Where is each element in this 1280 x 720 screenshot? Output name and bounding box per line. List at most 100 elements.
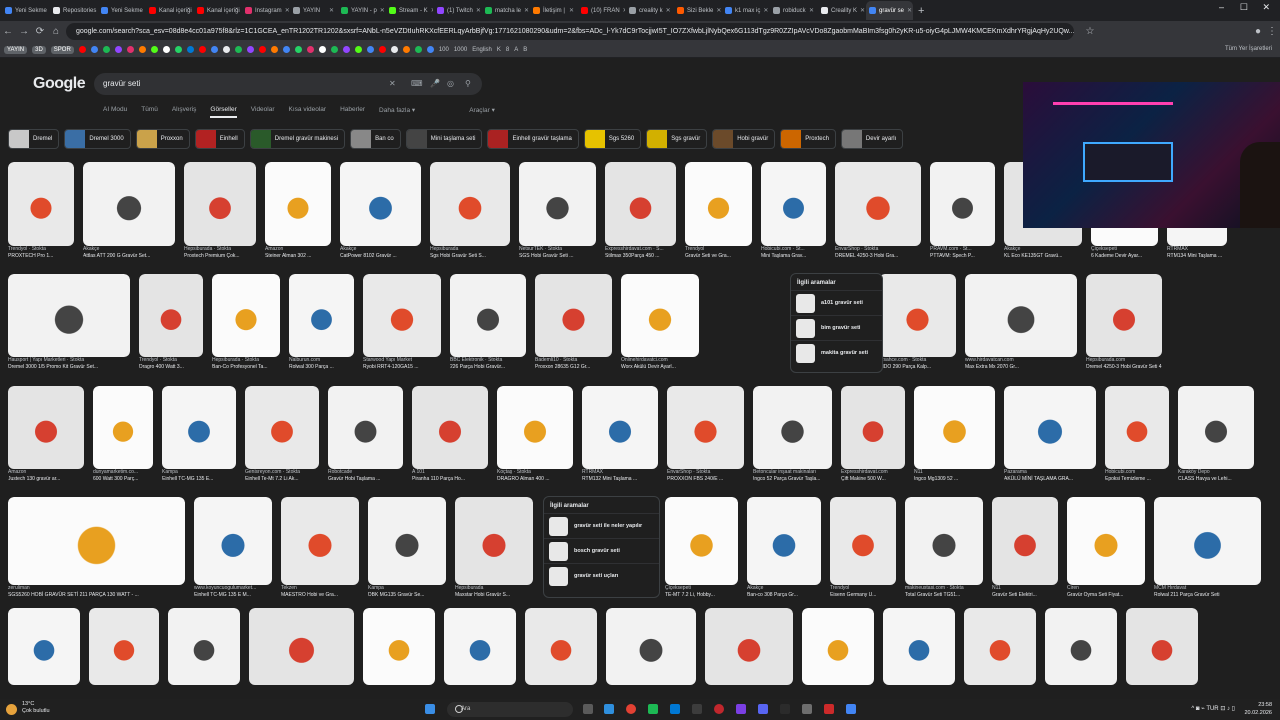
image-result[interactable]: Hobicubi.com · St... Mini Taşlama Grav... (761, 162, 826, 260)
tab-close-icon[interactable]: ✕ (860, 7, 865, 14)
search-tab[interactable]: Daha fazla ▾ (379, 106, 415, 118)
bookmark-folder[interactable]: 3D (32, 45, 46, 54)
bookmark-favicon-icon[interactable] (90, 46, 98, 53)
image-thumbnail[interactable] (519, 162, 596, 246)
image-result[interactable]: EnvarShop · Stokta PROXXON FBS 240/E ... (667, 386, 744, 483)
image-thumbnail[interactable] (368, 497, 446, 585)
bookmark-favicon-icon[interactable] (354, 46, 362, 53)
image-result[interactable] (964, 608, 1036, 699)
search-input[interactable]: gravür seti (94, 73, 482, 95)
image-result[interactable]: www.koyuncuogulumarket... Einhell TC-MG 1… (194, 497, 272, 599)
image-result[interactable]: Hobicubi.com Epoksi Temizleme ... (1105, 386, 1169, 483)
taskbar-search[interactable]: Ara (447, 702, 573, 717)
image-thumbnail[interactable] (162, 386, 236, 469)
bookmark-favicon-icon[interactable] (306, 46, 314, 53)
image-thumbnail[interactable] (340, 162, 421, 246)
image-result[interactable]: Akakçe Attlas ATT 200 G Gravür Set... (83, 162, 175, 260)
image-result[interactable]: Akakçe Ban-co 308 Parça Gr... (747, 497, 821, 599)
image-result[interactable]: Hepsiburada.com Dremel 4250-3 Hobi Gravür… (1086, 274, 1162, 371)
browser-tab[interactable]: matcha le ✕ (482, 1, 529, 20)
related-search-item[interactable]: a101 gravür seti (791, 290, 882, 315)
browser-tab[interactable]: YAYIN ✕ (290, 1, 337, 20)
image-result[interactable]: Koçtaş · Stokta DRAGRO Alman 400 ... (497, 386, 573, 483)
bookmark-folder[interactable]: YAYIN (4, 45, 28, 54)
bookmark-favicon-icon[interactable] (186, 46, 194, 53)
google-logo[interactable]: Google (33, 75, 86, 93)
lens-icon[interactable]: ◎ (447, 79, 454, 88)
bookmark-favicon-icon[interactable] (78, 46, 86, 53)
image-thumbnail[interactable] (89, 608, 159, 685)
bookmark-star-icon[interactable]: ☆ (1082, 26, 1098, 37)
weather-widget[interactable]: 13°C Çok bulutlu (22, 701, 50, 715)
refine-chip[interactable]: Dremel (8, 129, 60, 149)
image-result[interactable]: www.hirdavatcan.com Max Extra Mx 2070 Gr.… (965, 274, 1077, 371)
chrome-icon[interactable] (626, 704, 636, 714)
image-result[interactable] (705, 608, 793, 699)
image-result[interactable]: Robotcade Gravür Hobi Taşlama ... (328, 386, 403, 483)
image-result[interactable]: ersahce.com · Stokta VIDO 290 Parça Kalp.… (879, 274, 956, 371)
image-result[interactable]: Trendyol Eisenn Germany U... (830, 497, 896, 599)
image-result[interactable]: Genisreyon.com · Stokta Einhell Te-Mt 7.2… (245, 386, 319, 483)
tab-close-icon[interactable]: ✕ (907, 7, 912, 14)
app-icon-dark[interactable] (692, 704, 702, 714)
image-thumbnail[interactable] (8, 274, 130, 357)
app-icon-blue-2[interactable] (846, 704, 856, 714)
image-result[interactable]: Akakçe CatPower 8102 Gravür ... (340, 162, 421, 260)
browser-tab[interactable]: creality k ✕ (626, 1, 673, 20)
app-icon-blue[interactable] (670, 704, 680, 714)
start-button-icon[interactable] (425, 704, 435, 714)
image-thumbnail[interactable] (139, 274, 203, 357)
image-thumbnail[interactable] (802, 608, 874, 685)
image-thumbnail[interactable] (665, 497, 738, 585)
refine-chip[interactable]: Proxtech (780, 129, 836, 149)
image-thumbnail[interactable] (289, 274, 354, 357)
image-result[interactable] (883, 608, 955, 699)
image-thumbnail[interactable] (212, 274, 280, 357)
tab-close-icon[interactable]: ✕ (623, 7, 625, 14)
related-search-item[interactable]: makita gravür seti (791, 340, 882, 365)
refine-chip[interactable]: Sgs gravür (646, 129, 708, 149)
bookmark-favicon-icon[interactable] (426, 46, 434, 53)
new-tab-button[interactable]: + (918, 5, 924, 17)
discord-icon[interactable] (758, 704, 768, 714)
close-window-icon[interactable]: ✕ (1262, 2, 1270, 13)
app-icon-purple[interactable] (736, 704, 746, 714)
image-thumbnail[interactable] (184, 162, 256, 246)
image-thumbnail[interactable] (281, 497, 359, 585)
image-result[interactable]: RTRMAX RTM132 Mini Taşlama ... (582, 386, 658, 483)
image-thumbnail[interactable] (1105, 386, 1169, 469)
search-tab[interactable]: Videolar (251, 106, 275, 118)
bookmark-favicon-icon[interactable] (258, 46, 266, 53)
image-thumbnail[interactable] (363, 608, 435, 685)
browser-tab[interactable]: gravür se ✕ (866, 1, 913, 20)
image-thumbnail[interactable] (992, 497, 1058, 585)
image-thumbnail[interactable] (8, 497, 185, 585)
image-thumbnail[interactable] (450, 274, 526, 357)
tab-close-icon[interactable]: ✕ (285, 7, 289, 14)
bookmark-favicon-icon[interactable] (114, 46, 122, 53)
browser-tab[interactable]: robiduck ✕ (770, 1, 817, 20)
bookmark-favicon-icon[interactable] (174, 46, 182, 53)
image-result[interactable]: Amazon Steiner Alman 302 ... (265, 162, 331, 260)
image-result[interactable]: Hepsiburada Sgs Hobi Gravür Seti S... (430, 162, 510, 260)
refine-chip[interactable]: Einhell (194, 129, 245, 149)
refine-chip[interactable]: Dremel gravür makinesi (249, 129, 346, 149)
image-result[interactable]: Expresshirdavat.com Çift Makine 500 W... (841, 386, 905, 483)
browser-tab[interactable]: Creality K ✕ (818, 1, 865, 20)
forward-icon[interactable]: → (16, 26, 32, 37)
related-search-item[interactable]: bim gravür seti (791, 315, 882, 340)
image-result[interactable]: Kampa Einhell TC-MG 135 E... (162, 386, 236, 483)
search-tab[interactable]: Kısa videolar (289, 106, 327, 118)
image-result[interactable]: makineustasi.com · Stokta Total Gravür Se… (905, 497, 983, 599)
bookmark-favicon-icon[interactable] (366, 46, 374, 53)
image-result[interactable] (249, 608, 354, 699)
image-thumbnail[interactable] (265, 162, 331, 246)
refine-chip[interactable]: Mini taşlama seti (405, 129, 483, 149)
bookmark-item[interactable]: 100 (439, 47, 449, 53)
image-result[interactable]: Nalburun.com Rolwal 300 Parça ... (289, 274, 354, 371)
image-result[interactable]: Pazarama AKÜLÜ MİNİ TAŞLAMA GRA... (1004, 386, 1096, 483)
tab-close-icon[interactable]: ✕ (329, 7, 334, 14)
bookmark-item[interactable]: A (514, 47, 518, 53)
image-thumbnail[interactable] (245, 386, 319, 469)
bookmark-favicon-icon[interactable] (222, 46, 230, 53)
